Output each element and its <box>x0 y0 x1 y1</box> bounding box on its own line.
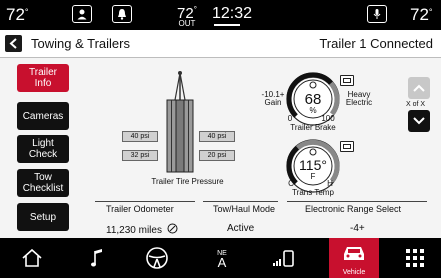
passenger-temp[interactable]: 72° <box>410 5 433 25</box>
chevron-left-icon <box>9 38 17 49</box>
divider <box>287 201 427 202</box>
brake-value: 68 <box>304 91 322 108</box>
side-item-tow-checklist[interactable]: Tow Checklist <box>17 169 69 197</box>
reset-icon[interactable] <box>167 223 178 234</box>
brake-type: Heavy Electric <box>345 90 373 107</box>
notifications-button[interactable] <box>112 5 132 23</box>
scroll-down-button[interactable] <box>408 110 430 132</box>
trans-temp-value: 115° <box>299 157 327 173</box>
divider <box>214 24 240 26</box>
trans-temp-title: Trans Temp <box>292 188 334 197</box>
clock: 12:32 <box>212 5 253 22</box>
profile-button[interactable] <box>72 5 92 23</box>
side-item-trailer-info[interactable]: Trailer Info <box>17 64 69 92</box>
brake-gain: -10.1+ Gain <box>261 90 285 107</box>
trans-settings-icon[interactable] <box>340 141 354 152</box>
side-item-cameras[interactable]: Cameras <box>17 102 69 130</box>
tire-left-rear: 32 psi <box>122 150 158 161</box>
nav-media[interactable] <box>75 238 119 278</box>
nav-apps[interactable] <box>395 238 435 278</box>
nav-vehicle[interactable]: Vehicle <box>329 238 379 278</box>
bell-icon <box>118 9 126 20</box>
divider <box>203 201 278 202</box>
compass-letter: A <box>217 255 227 270</box>
music-note-icon <box>91 249 102 267</box>
phone-signal-icon <box>273 250 294 267</box>
tire-pressure-title: Trailer Tire Pressure <box>151 177 224 186</box>
brake-title: Trailer Brake <box>290 123 336 132</box>
brake-settings-icon[interactable] <box>340 75 354 86</box>
trailer-axle-diagram <box>166 71 194 173</box>
chevron-down-icon <box>413 117 425 125</box>
outside-temp: 72° OUT <box>177 5 197 28</box>
tire-left-front: 40 psi <box>122 131 158 142</box>
apps-grid-icon <box>406 249 424 267</box>
nav-navigation[interactable]: NE A <box>200 238 244 278</box>
scroll-up-button[interactable] <box>408 77 430 99</box>
chevron-up-icon <box>413 84 425 92</box>
trans-temp-max: H <box>327 179 333 188</box>
steering-wheel-icon <box>146 247 168 269</box>
tow-mode-label: Tow/Haul Mode <box>213 204 276 214</box>
person-icon <box>77 9 87 20</box>
nav-comfort[interactable] <box>135 238 179 278</box>
main-panel: Towing & Trailers Trailer 1 Connected Tr… <box>0 30 441 238</box>
divider <box>95 201 195 202</box>
nav-phone[interactable] <box>262 238 306 278</box>
tow-mode-value: Active <box>227 223 255 234</box>
odometer-value: 11,230 miles <box>106 223 178 236</box>
page-header: Towing & Trailers Trailer 1 Connected <box>0 30 441 58</box>
bottom-nav: NE A Vehicle <box>0 238 441 278</box>
status-bar: 72° 72° OUT 12:32 72° <box>0 0 441 30</box>
side-item-setup[interactable]: Setup <box>17 203 69 231</box>
tire-right-rear: 20 psi <box>199 150 235 161</box>
car-icon <box>344 247 364 260</box>
home-icon <box>22 248 42 267</box>
voice-button[interactable] <box>367 5 387 23</box>
back-button[interactable] <box>5 35 22 52</box>
driver-temp[interactable]: 72° <box>6 5 29 25</box>
page-title: Towing & Trailers <box>31 36 130 51</box>
tire-right-front: 40 psi <box>199 131 235 142</box>
nav-home[interactable] <box>10 238 54 278</box>
brake-max: 100 <box>321 114 335 123</box>
odometer-label: Trailer Odometer <box>106 204 174 214</box>
range-select-value: -4+ <box>350 223 365 234</box>
brake-min: 0 <box>287 114 293 123</box>
nav-vehicle-label: Vehicle <box>342 269 366 276</box>
trans-temp-min: C <box>288 179 294 188</box>
connection-status: Trailer 1 Connected <box>319 36 433 51</box>
page-indicator: X of X <box>406 101 426 108</box>
side-item-light-check[interactable]: Light Check <box>17 135 69 163</box>
microphone-icon <box>373 9 381 19</box>
range-select-label: Electronic Range Select <box>305 204 402 214</box>
